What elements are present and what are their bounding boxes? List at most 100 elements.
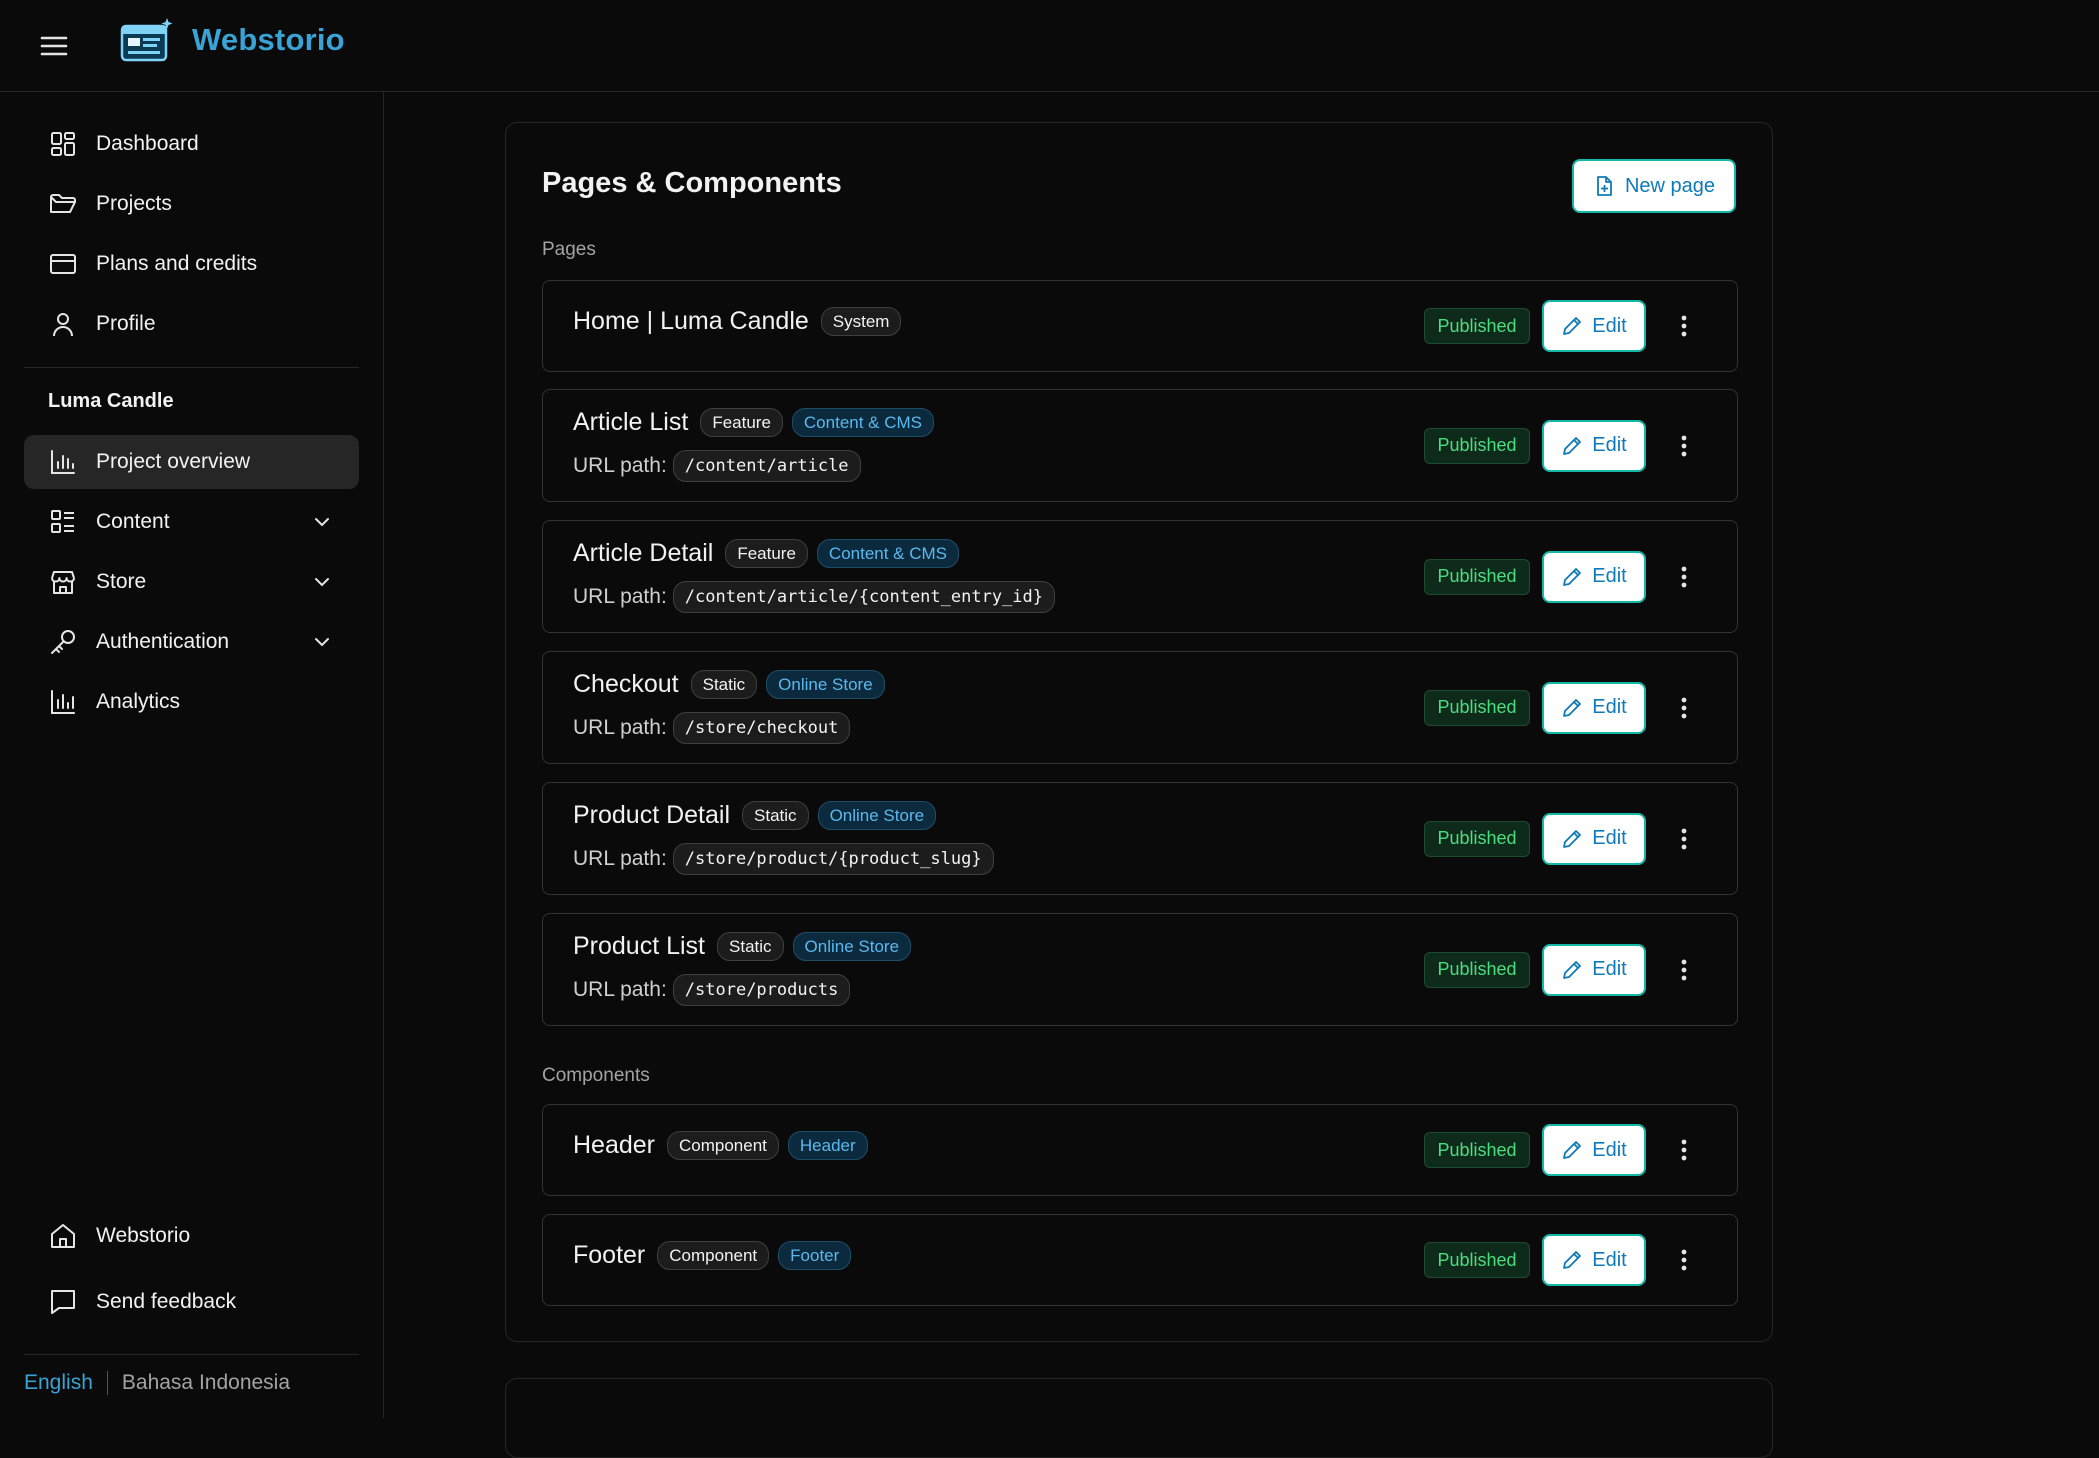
sidebar-item-authentication[interactable]: Authentication xyxy=(24,615,359,669)
row-name: Home | Luma Candle xyxy=(573,307,809,335)
menu-icon[interactable] xyxy=(38,30,70,62)
bar-chart-icon xyxy=(51,450,75,474)
category-badge: Online Store xyxy=(766,670,885,699)
status-badge: Published xyxy=(1424,427,1530,464)
project-title: Luma Candle xyxy=(48,390,174,412)
type-badge: Component xyxy=(657,1241,770,1270)
url-path-value: /store/checkout xyxy=(672,712,851,744)
type-badge: Feature xyxy=(700,408,783,437)
more-options-button[interactable] xyxy=(1671,430,1697,462)
chevron-down-icon xyxy=(315,518,329,527)
edit-button[interactable]: Edit xyxy=(1542,812,1646,865)
status-badge: Published xyxy=(1424,951,1530,988)
page-row: Article List Feature Content & CMS URL path… xyxy=(542,389,1738,502)
page-title: Pages & Components xyxy=(542,167,842,199)
sidebar-item-project-overview[interactable]: Project overview xyxy=(24,435,359,489)
sidebar-item-webstorio[interactable]: Webstorio xyxy=(24,1209,359,1263)
sidebar-item-label: Analytics xyxy=(96,690,181,713)
edit-button[interactable]: Edit xyxy=(1542,681,1646,734)
language-switcher: English Bahasa Indonesia xyxy=(24,1371,290,1395)
edit-button[interactable]: Edit xyxy=(1542,1124,1646,1176)
more-options-button[interactable] xyxy=(1671,310,1697,342)
url-path-line: URL path:/content/article xyxy=(573,450,861,482)
folder-icon xyxy=(50,194,76,213)
url-path-label: URL path: xyxy=(573,716,667,739)
list-icon xyxy=(51,510,74,533)
page-row: Checkout Static Online Store URL path:/stor… xyxy=(542,651,1738,764)
sidebar-item-store[interactable]: Store xyxy=(24,555,359,609)
component-row: Header Component Header Published Edit xyxy=(542,1104,1738,1196)
status-badge: Published xyxy=(1424,308,1530,344)
sidebar-item-profile[interactable]: Profile xyxy=(24,297,359,351)
url-path-label: URL path: xyxy=(573,454,667,477)
url-path-line: URL path:/store/checkout xyxy=(573,712,851,744)
more-options-button[interactable] xyxy=(1671,561,1697,593)
type-badge: Static xyxy=(742,801,809,830)
status-badge: Published xyxy=(1424,820,1530,857)
row-title-line: Home | Luma Candle System xyxy=(573,307,910,336)
sidebar-item-content[interactable]: Content xyxy=(24,495,359,549)
top-bar: Webstorio xyxy=(0,0,2099,92)
url-path-label: URL path: xyxy=(573,978,667,1001)
more-vertical-icon xyxy=(1681,959,1687,980)
more-options-button[interactable] xyxy=(1671,692,1697,724)
sidebar-item-label: Dashboard xyxy=(96,132,199,155)
more-options-button[interactable] xyxy=(1671,1134,1697,1166)
more-options-button[interactable] xyxy=(1671,1244,1697,1276)
chevron-down-icon xyxy=(315,578,329,587)
sidebar-item-projects[interactable]: Projects xyxy=(24,177,359,231)
edit-button[interactable]: Edit xyxy=(1542,550,1646,603)
row-name: Product List xyxy=(573,932,706,960)
edit-button[interactable]: Edit xyxy=(1542,419,1646,472)
sidebar-item-plans[interactable]: Plans and credits xyxy=(24,237,359,291)
language-english-link[interactable]: English xyxy=(24,1371,93,1395)
more-vertical-icon xyxy=(1681,1249,1687,1271)
pencil-icon xyxy=(1563,567,1582,586)
sidebar-item-dashboard[interactable]: Dashboard xyxy=(24,117,359,171)
language-indonesian-link[interactable]: Bahasa Indonesia xyxy=(122,1371,290,1395)
type-badge: System xyxy=(820,307,902,336)
webstorio-logo-icon[interactable] xyxy=(118,16,174,66)
pencil-icon xyxy=(1563,317,1582,335)
more-options-button[interactable] xyxy=(1671,954,1697,986)
pencil-icon xyxy=(1563,960,1582,979)
new-page-button[interactable]: New page xyxy=(1572,159,1736,213)
row-name: Header xyxy=(573,1131,655,1159)
sidebar-item-label: Webstorio xyxy=(96,1224,191,1247)
components-section-label: Components xyxy=(542,1065,650,1086)
edit-label: Edit xyxy=(1592,314,1627,337)
more-vertical-icon xyxy=(1681,1139,1687,1161)
type-badge: Feature xyxy=(725,539,808,568)
sidebar-item-analytics[interactable]: Analytics xyxy=(24,675,359,729)
pencil-icon xyxy=(1563,1251,1582,1269)
edit-label: Edit xyxy=(1592,958,1627,980)
url-path-line: URL path:/store/products xyxy=(573,974,851,1006)
pages-section-label: Pages xyxy=(542,239,596,260)
category-badge: Content & CMS xyxy=(816,539,960,568)
row-title-line: Article List Feature Content & CMS xyxy=(573,408,943,437)
sidebar-item-label: Authentication xyxy=(96,630,230,653)
edit-button[interactable]: Edit xyxy=(1542,943,1646,996)
edit-label: Edit xyxy=(1592,1138,1627,1161)
sidebar-item-send-feedback[interactable]: Send feedback xyxy=(24,1275,359,1329)
type-badge: Static xyxy=(690,670,758,699)
url-path-value: /content/article/{content_entry_id} xyxy=(672,581,1056,613)
category-badge: Header xyxy=(787,1131,868,1160)
row-title-line: Product List Static Online Store xyxy=(573,932,920,961)
store-icon xyxy=(51,571,75,594)
sidebar-item-label: Store xyxy=(96,570,147,593)
more-options-button[interactable] xyxy=(1671,823,1697,855)
more-vertical-icon xyxy=(1681,435,1687,456)
brand-name[interactable]: Webstorio xyxy=(192,22,345,58)
edit-button[interactable]: Edit xyxy=(1542,1234,1646,1286)
page-row: Article Detail Feature Content & CMS URL pa… xyxy=(542,520,1738,633)
more-vertical-icon xyxy=(1681,828,1687,849)
sidebar-divider xyxy=(24,1354,359,1355)
new-page-label: New page xyxy=(1624,174,1716,197)
type-badge: Component xyxy=(667,1131,779,1160)
sidebar-item-label: Project overview xyxy=(96,450,251,473)
edit-button[interactable]: Edit xyxy=(1542,300,1646,352)
sidebar-item-label: Projects xyxy=(96,192,172,215)
page-row: Product List Static Online Store URL path: /… xyxy=(542,913,1738,1026)
pencil-icon xyxy=(1563,1141,1582,1159)
